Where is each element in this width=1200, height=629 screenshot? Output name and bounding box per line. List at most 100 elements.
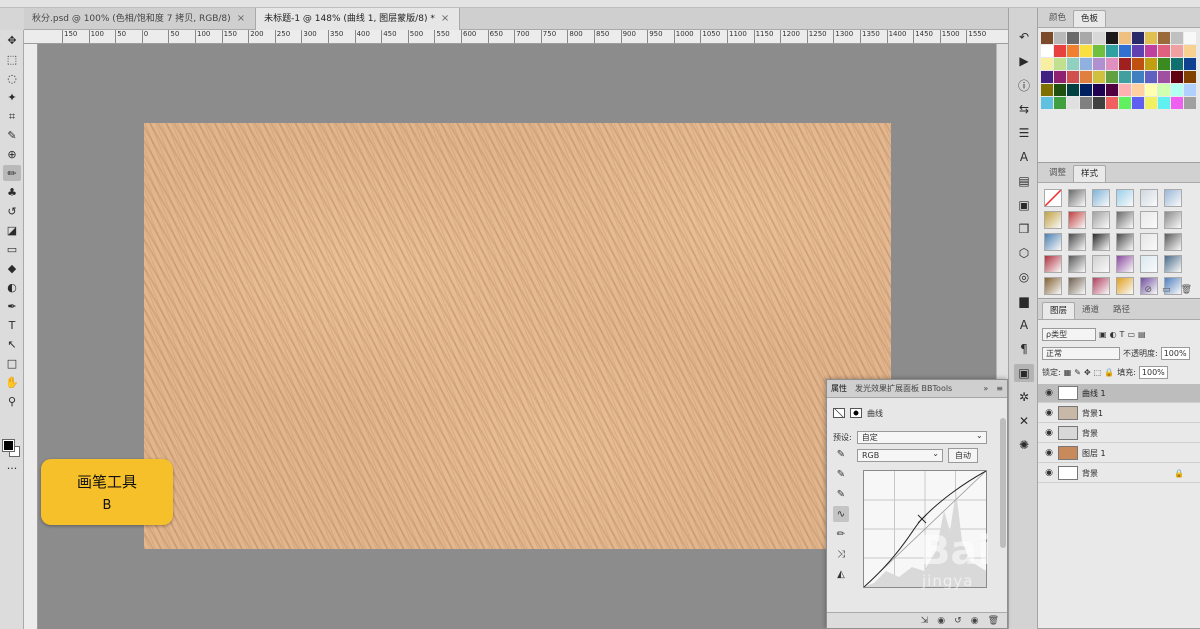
swap-icon[interactable]: ⇆ xyxy=(1014,100,1034,118)
color-swatch[interactable] xyxy=(1041,45,1053,57)
vertical-ruler[interactable] xyxy=(24,44,38,629)
close-icon[interactable]: × xyxy=(441,8,449,30)
play-icon[interactable]: ▶ xyxy=(1014,52,1034,70)
zoom-icon[interactable]: ⚲ xyxy=(3,393,21,409)
hand-icon[interactable]: ✋ xyxy=(3,374,21,390)
color-swatch[interactable] xyxy=(1041,58,1053,70)
color-swatch[interactable] xyxy=(1184,32,1196,44)
color-swatch[interactable] xyxy=(1171,58,1183,70)
color-swatch[interactable] xyxy=(1184,97,1196,109)
tab-autumn-psd[interactable]: 秋分.psd @ 100% (色相/饱和度 7 拷贝, RGB/8) × xyxy=(24,8,257,30)
color-swatch[interactable] xyxy=(1054,71,1066,83)
color-swatch[interactable] xyxy=(1054,58,1066,70)
lock-transparent-icon[interactable]: ▦ xyxy=(1064,368,1072,377)
style-preset[interactable] xyxy=(1092,277,1110,295)
crop-icon[interactable]: ⌗ xyxy=(3,108,21,124)
sparkle-icon[interactable]: ✲ xyxy=(1014,388,1034,406)
blur-icon[interactable]: ◆ xyxy=(3,260,21,276)
color-swatch[interactable] xyxy=(1054,84,1066,96)
color-swatch[interactable] xyxy=(1119,84,1131,96)
layer-thumbnail[interactable] xyxy=(1058,426,1078,440)
color-swatch[interactable] xyxy=(1171,84,1183,96)
eyedropper-icon[interactable]: ✎ xyxy=(3,127,21,143)
style-preset[interactable] xyxy=(1116,189,1134,207)
tab-adjustments[interactable]: 调整 xyxy=(1042,165,1073,182)
layer-row[interactable]: ◉ 背景1 xyxy=(1038,404,1200,423)
color-swatch[interactable] xyxy=(1145,58,1157,70)
color-swatch[interactable] xyxy=(1080,71,1092,83)
style-preset[interactable] xyxy=(1116,211,1134,229)
collapse-icon[interactable]: » xyxy=(983,384,988,393)
eye-icon[interactable]: ◉ xyxy=(1044,468,1054,478)
paragraph-icon[interactable]: ¶ xyxy=(1014,340,1034,358)
color-swatch[interactable] xyxy=(1119,58,1131,70)
eye-icon[interactable]: ◉ xyxy=(1044,388,1054,398)
style-preset[interactable] xyxy=(1164,189,1182,207)
color-swatch[interactable] xyxy=(1093,97,1105,109)
channel-select[interactable]: RGB xyxy=(857,448,943,462)
new-style-icon[interactable]: ▭ xyxy=(1162,285,1171,295)
eye-icon[interactable]: ◉ xyxy=(1044,428,1054,438)
rectangle-icon[interactable]: □ xyxy=(3,355,21,371)
color-swatch[interactable] xyxy=(1132,71,1144,83)
color-swatch[interactable] xyxy=(1067,97,1079,109)
color-swatch[interactable] xyxy=(1145,97,1157,109)
eye-icon[interactable]: ◉ xyxy=(1044,448,1054,458)
color-swatch[interactable] xyxy=(1106,84,1118,96)
pen-icon[interactable]: ✒ xyxy=(3,298,21,314)
style-preset[interactable] xyxy=(1044,255,1062,273)
style-preset[interactable] xyxy=(1116,277,1134,295)
layer-thumbnail[interactable] xyxy=(1058,466,1078,480)
info-icon[interactable]: ⓘ xyxy=(1014,76,1034,94)
sample-gray-icon[interactable]: ✎ xyxy=(833,466,849,482)
color-swatch[interactable] xyxy=(1093,84,1105,96)
color-swatch[interactable] xyxy=(1158,58,1170,70)
color-swatch[interactable] xyxy=(1067,45,1079,57)
gradient-icon[interactable]: ▭ xyxy=(3,241,21,257)
dodge-icon[interactable]: ◐ xyxy=(3,279,21,295)
foreground-color-swatch[interactable] xyxy=(2,439,15,452)
color-swatch[interactable] xyxy=(1106,71,1118,83)
filter-smart-icon[interactable]: ▤ xyxy=(1138,330,1146,339)
magic-wand-icon[interactable]: ✦ xyxy=(3,89,21,105)
color-swatch[interactable] xyxy=(1145,71,1157,83)
clear-style-icon[interactable]: ⊘ xyxy=(1145,285,1153,295)
tab-swatches[interactable]: 色板 xyxy=(1073,10,1107,27)
style-preset[interactable] xyxy=(1164,233,1182,251)
type-icon[interactable]: T xyxy=(3,317,21,333)
blend-mode-select[interactable]: 正常 xyxy=(1042,346,1120,360)
tools-icon[interactable]: ✕ xyxy=(1014,412,1034,430)
brush-icon[interactable]: ✏ xyxy=(3,165,21,181)
tab-layers[interactable]: 图层 xyxy=(1042,302,1076,319)
clipping-icon[interactable]: ◭ xyxy=(833,566,849,582)
pencil-icon[interactable]: ✏ xyxy=(833,526,849,542)
color-swatch[interactable] xyxy=(1158,97,1170,109)
color-swatch[interactable] xyxy=(1158,84,1170,96)
color-swatch[interactable] xyxy=(1067,32,1079,44)
color-swatch[interactable] xyxy=(1080,97,1092,109)
color-swatch[interactable] xyxy=(1093,32,1105,44)
color-swatch[interactable] xyxy=(1093,45,1105,57)
history-brush-icon[interactable]: ↺ xyxy=(3,203,21,219)
color-swatch[interactable] xyxy=(1106,97,1118,109)
style-preset[interactable] xyxy=(1068,255,1086,273)
color-swatch[interactable] xyxy=(1132,97,1144,109)
mask-icon[interactable] xyxy=(850,408,862,418)
color-swatch[interactable] xyxy=(1132,32,1144,44)
style-preset[interactable] xyxy=(1044,189,1062,207)
color-swatch[interactable] xyxy=(1171,71,1183,83)
style-preset[interactable] xyxy=(1164,255,1182,273)
layer-row[interactable]: ◉ 曲线 1 xyxy=(1038,384,1200,403)
tab-properties[interactable]: 属性 xyxy=(831,383,847,394)
layer-row[interactable]: ◉ 图层 1 xyxy=(1038,444,1200,463)
move-icon[interactable]: ✥ xyxy=(3,32,21,48)
style-preset[interactable] xyxy=(1068,189,1086,207)
layer-row[interactable]: ◉ 背景 xyxy=(1038,424,1200,443)
color-swatch[interactable] xyxy=(1158,32,1170,44)
sample-highlight-icon[interactable]: ✎ xyxy=(833,486,849,502)
character-icon[interactable]: A xyxy=(1014,148,1034,166)
style-preset[interactable] xyxy=(1140,233,1158,251)
style-preset[interactable] xyxy=(1140,189,1158,207)
close-icon[interactable]: × xyxy=(237,8,245,30)
glyph-icon[interactable]: ◎ xyxy=(1014,268,1034,286)
